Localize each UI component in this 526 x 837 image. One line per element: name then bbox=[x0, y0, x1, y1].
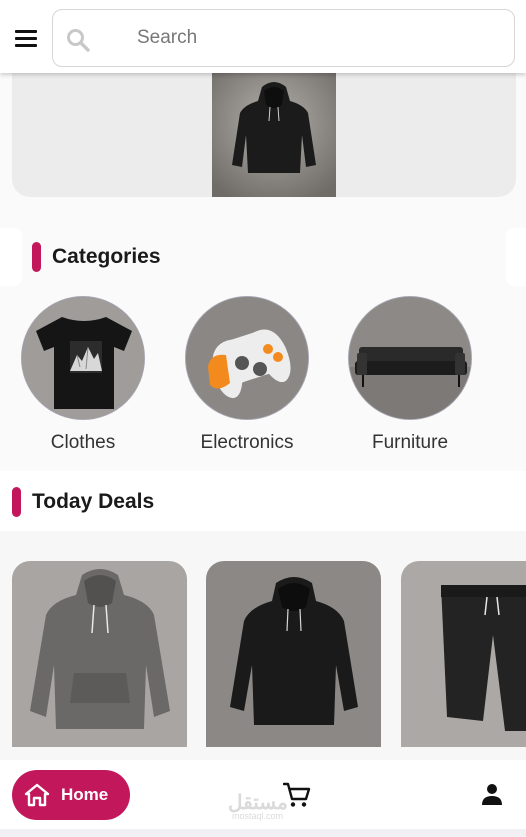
search-bar[interactable] bbox=[52, 9, 515, 67]
black-hoodie-photo bbox=[206, 561, 381, 747]
bottom-navigation: Home مستقل mostaql.com bbox=[0, 760, 526, 837]
deals-header: Today Deals bbox=[0, 471, 526, 531]
banner-area bbox=[0, 73, 526, 225]
game-controller-photo bbox=[185, 296, 309, 420]
hamburger-menu-icon[interactable] bbox=[14, 29, 38, 47]
deal-card-black-hoodie[interactable] bbox=[206, 561, 381, 747]
search-icon bbox=[67, 29, 90, 52]
black-sweatpants-photo bbox=[401, 561, 526, 747]
grey-hoodie-photo bbox=[12, 561, 187, 747]
home-label: Home bbox=[61, 785, 109, 804]
section-accent-bar bbox=[12, 487, 21, 517]
scroll-right-edge bbox=[506, 228, 526, 286]
categories-title: Categories bbox=[52, 245, 161, 268]
app-header bbox=[0, 0, 526, 73]
categories-section: Categories Clothes Electronics Furniture bbox=[0, 225, 526, 471]
category-label: Electronics bbox=[200, 432, 294, 453]
today-deals-title: Today Deals bbox=[32, 490, 155, 513]
sofa-photo bbox=[348, 296, 472, 420]
profile-icon[interactable] bbox=[480, 782, 504, 806]
cart-icon[interactable] bbox=[283, 781, 311, 809]
search-input[interactable] bbox=[137, 20, 497, 56]
deal-card-grey-hoodie[interactable] bbox=[12, 561, 187, 747]
home-button[interactable]: Home bbox=[12, 770, 130, 820]
watermark-subtext: mostaql.com bbox=[232, 811, 284, 821]
section-accent-bar bbox=[32, 242, 41, 272]
deals-list bbox=[0, 531, 526, 766]
category-label: Clothes bbox=[50, 432, 116, 453]
black-hoodie-photo bbox=[212, 73, 336, 197]
category-label: Furniture bbox=[371, 432, 449, 453]
promo-banner[interactable] bbox=[12, 73, 516, 197]
bottom-strip bbox=[0, 829, 526, 837]
scroll-left-edge bbox=[0, 228, 22, 286]
black-tshirt-photo bbox=[21, 296, 145, 420]
deal-card-black-sweatpants[interactable] bbox=[401, 561, 526, 747]
home-icon bbox=[24, 783, 50, 807]
